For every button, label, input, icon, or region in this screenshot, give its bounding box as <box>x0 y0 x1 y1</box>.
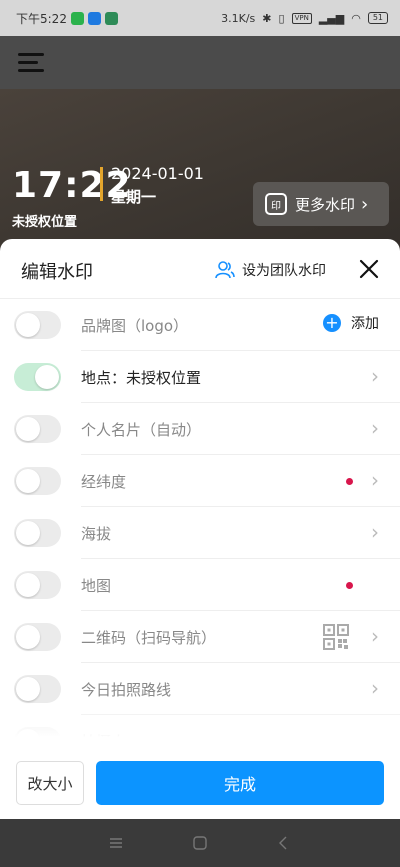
watermark-option-row[interactable]: 今日拍照路线 › <box>0 663 400 715</box>
toggle-knob <box>16 469 40 493</box>
option-label: 个人名片（自动） <box>81 421 202 439</box>
watermark-option-row[interactable]: 地图 <box>0 559 400 611</box>
vibrate-icon: ▯ <box>278 11 285 25</box>
watermark-option-row[interactable]: 品牌图（logo） + 添加 <box>0 299 400 351</box>
menu-icon[interactable] <box>18 50 44 74</box>
vpn-icon: VPN <box>291 12 312 24</box>
toggle-knob <box>16 573 40 597</box>
chevron-right-icon: › <box>371 468 379 492</box>
watermark-divider <box>100 167 103 201</box>
watermark-option-row[interactable]: 海拔 › <box>0 507 400 559</box>
chevron-right-icon: › <box>371 676 379 700</box>
set-team-watermark-label: 设为团队水印 <box>242 263 326 279</box>
network-speed: 3.1K/s <box>221 11 256 25</box>
add-logo-button[interactable]: + 添加 <box>323 313 379 333</box>
add-label: 添加 <box>351 316 379 332</box>
toggle-switch[interactable] <box>14 623 61 651</box>
more-watermark-label: 更多水印 <box>295 195 356 214</box>
battery-icon: 51 <box>367 12 388 24</box>
qr-code-icon <box>323 624 349 650</box>
toggle-switch[interactable] <box>14 467 61 495</box>
toggle-knob <box>35 365 59 389</box>
bluetooth-icon: ✱ <box>262 11 272 25</box>
option-label: 海拔 <box>81 525 112 543</box>
option-label: 今日拍照路线 <box>81 681 172 699</box>
toggle-knob <box>16 521 40 545</box>
bottom-action-bar: 改大小 完成 <box>0 737 400 819</box>
toggle-switch[interactable] <box>14 571 61 599</box>
app-notification-icon <box>87 11 101 25</box>
chevron-right-icon: › <box>361 193 369 215</box>
toggle-switch[interactable] <box>14 311 61 339</box>
status-bar: 下午5:22 3.1K/s ✱ ▯ VPN ▂▄▆ ◠ 51 <box>0 0 400 36</box>
watermark-stamp-icon: 印 <box>265 193 287 215</box>
chevron-right-icon: › <box>371 624 379 648</box>
sheet-header: 编辑水印 设为团队水印 <box>0 239 400 299</box>
chevron-right-icon: › <box>371 364 379 388</box>
watermark-option-row[interactable]: 个人名片（自动） › <box>0 403 400 455</box>
watermark-option-row[interactable]: 地点：未授权位置 › <box>0 351 400 403</box>
option-label: 地点：未授权位置 <box>81 369 202 387</box>
back-icon[interactable] <box>274 833 294 853</box>
watermark-location: 未授权位置 <box>12 215 78 230</box>
sheet-title: 编辑水印 <box>21 262 93 283</box>
resize-button[interactable]: 改大小 <box>16 761 84 805</box>
toggle-knob <box>16 417 40 441</box>
watermark-option-row[interactable]: 二维码（扫码导航） › <box>0 611 400 663</box>
toggle-switch[interactable] <box>14 415 61 443</box>
toggle-knob <box>16 313 40 337</box>
option-label: 品牌图（logo） <box>81 317 189 335</box>
camera-preview: 17:22 2024-01-01 星期一 未授权位置 印 更多水印 › <box>0 89 400 249</box>
toggle-knob <box>16 625 40 649</box>
chevron-right-icon: › <box>371 520 379 544</box>
recent-apps-icon[interactable] <box>106 833 126 853</box>
team-icon <box>215 261 235 279</box>
plus-icon: + <box>323 314 341 332</box>
watermark-option-row[interactable]: 经纬度 › <box>0 455 400 507</box>
wifi-icon: ◠ <box>351 11 361 25</box>
wechat-notification-icon <box>70 11 84 25</box>
toggle-switch[interactable] <box>14 675 61 703</box>
option-label: 地图 <box>81 577 112 595</box>
option-label: 经纬度 <box>81 473 127 491</box>
new-indicator-dot <box>346 478 353 485</box>
toggle-switch[interactable] <box>14 519 61 547</box>
system-nav-bar <box>0 819 400 867</box>
toggle-switch[interactable] <box>14 363 61 391</box>
list-fade <box>0 711 400 737</box>
top-bar <box>0 36 400 89</box>
toggle-knob <box>16 677 40 701</box>
edit-watermark-sheet: 编辑水印 设为团队水印 品牌图（logo） + 添加 地点：未授权位置 › 个人名片（自动… <box>0 239 400 819</box>
new-indicator-dot <box>346 582 353 589</box>
close-icon[interactable] <box>359 259 379 279</box>
set-team-watermark-button[interactable]: 设为团队水印 <box>215 260 326 280</box>
option-label: 二维码（扫码导航） <box>81 629 217 647</box>
done-button[interactable]: 完成 <box>96 761 384 805</box>
home-icon[interactable] <box>190 833 210 853</box>
app-notification-icon-2 <box>104 11 118 25</box>
watermark-weekday: 星期一 <box>111 188 157 206</box>
more-watermark-button[interactable]: 印 更多水印 › <box>253 182 389 226</box>
watermark-date: 2024-01-01 <box>111 164 204 183</box>
signal-icon: ▂▄▆ <box>318 11 345 25</box>
chevron-right-icon: › <box>371 416 379 440</box>
status-time: 下午5:22 <box>16 11 67 26</box>
